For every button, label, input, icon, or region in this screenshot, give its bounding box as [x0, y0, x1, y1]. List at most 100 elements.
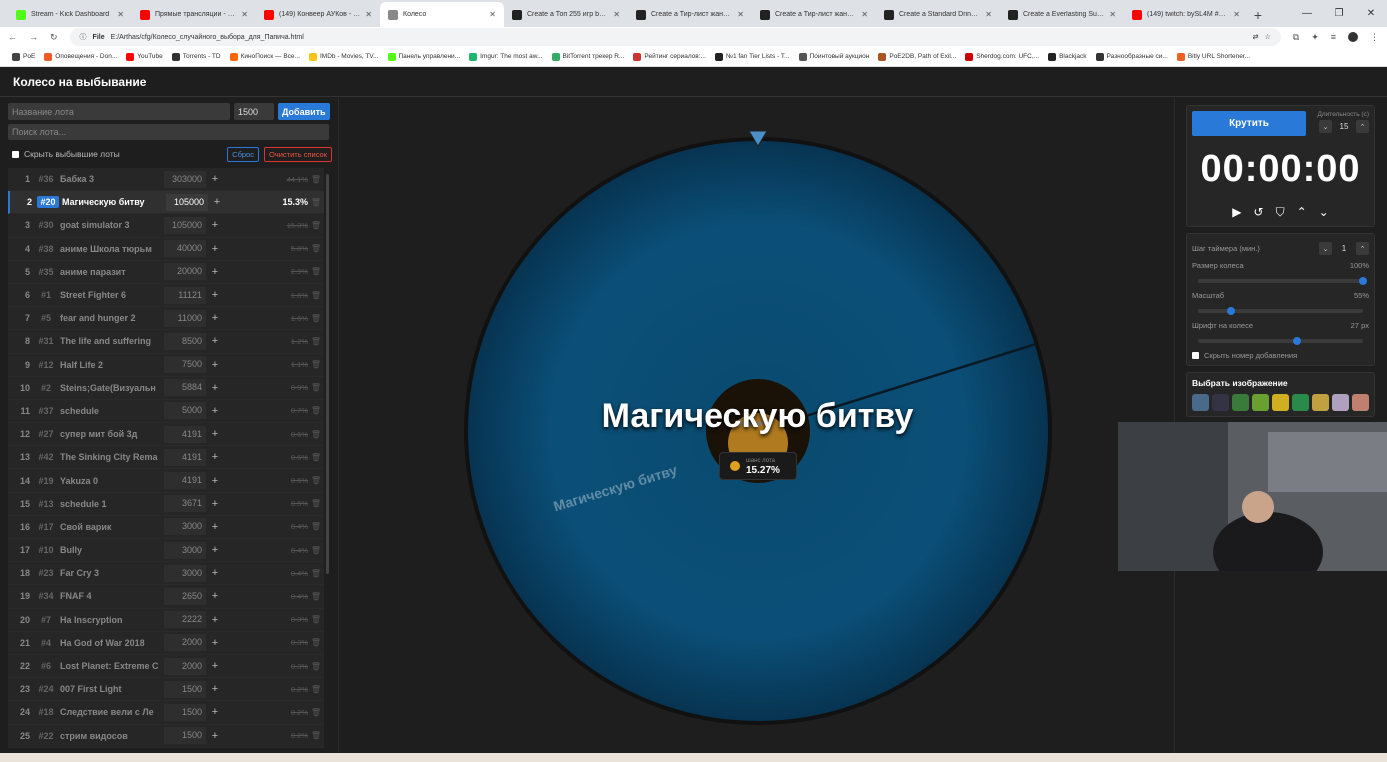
tab-close-icon[interactable]: ✕: [117, 10, 124, 19]
lot-amount[interactable]: 1500: [164, 680, 206, 698]
add-amount-button[interactable]: +: [206, 521, 224, 533]
browser-tab[interactable]: Stream - Kick Dashboard ✕: [8, 2, 132, 27]
lot-row[interactable]: 17 #10 Bully 3000 +0.4% 🗑: [8, 539, 324, 563]
delete-lot-icon[interactable]: 🗑: [308, 592, 324, 601]
lot-row[interactable]: 4 #38 аниме Школа тюрьм 40000 +5.8% 🗑: [8, 237, 324, 261]
lot-name[interactable]: fear and hunger 2: [60, 313, 164, 323]
lot-name[interactable]: schedule 1: [60, 499, 164, 509]
add-amount-button[interactable]: +: [206, 706, 224, 718]
image-option[interactable]: [1352, 394, 1369, 411]
lot-name[interactable]: аниме Школа тюрьм: [60, 244, 164, 254]
tab-close-icon[interactable]: ✕: [737, 10, 744, 19]
lot-name[interactable]: Steins;Gate(Визуальн: [60, 383, 164, 393]
close-icon[interactable]: ✕: [1355, 0, 1387, 27]
lot-name[interactable]: Магическую битву: [62, 197, 166, 207]
lots-scrollbar[interactable]: [326, 174, 329, 574]
delete-lot-icon[interactable]: 🗑: [308, 383, 324, 392]
lot-name[interactable]: goat simulator 3: [60, 220, 164, 230]
lot-name[interactable]: schedule: [60, 406, 164, 416]
delete-lot-icon[interactable]: 🗑: [308, 731, 324, 740]
browser-tab[interactable]: Create a Тир-лист жанров и игр ✕: [628, 2, 752, 27]
bookmark-star-icon[interactable]: ☆: [1264, 33, 1270, 41]
delete-lot-icon[interactable]: 🗑: [308, 291, 324, 300]
more-menu-icon[interactable]: ⋮: [1370, 32, 1379, 43]
lot-amount[interactable]: 2650: [164, 587, 206, 605]
delete-lot-icon[interactable]: 🗑: [308, 499, 324, 508]
duration-value[interactable]: 15: [1336, 122, 1352, 131]
delete-lot-icon[interactable]: 🗑: [308, 430, 324, 439]
bookmark-item[interactable]: PoE: [12, 52, 35, 61]
lot-name[interactable]: На God of War 2018: [60, 638, 164, 648]
image-option[interactable]: [1212, 394, 1229, 411]
lot-name-input[interactable]: Название лота: [8, 103, 230, 120]
add-amount-button[interactable]: +: [206, 382, 224, 394]
lot-name[interactable]: Far Cry 3: [60, 568, 164, 578]
lot-name[interactable]: супер мит бой 3д: [60, 429, 164, 439]
delete-lot-icon[interactable]: 🗑: [308, 546, 324, 555]
bookmark-item[interactable]: Поинтовый аукцион: [798, 52, 869, 61]
delete-lot-icon[interactable]: 🗑: [308, 267, 324, 276]
play-icon[interactable]: ▶: [1232, 205, 1241, 219]
back-icon[interactable]: ←: [8, 32, 17, 42]
lot-name[interactable]: FNAF 4: [60, 591, 164, 601]
bookmark-item[interactable]: Панель управлени...: [387, 52, 460, 61]
info-icon[interactable]: ⓘ: [80, 32, 87, 42]
add-amount-button[interactable]: +: [206, 428, 224, 440]
lot-name[interactable]: Следствие вели с Ле: [60, 707, 164, 717]
tab-close-icon[interactable]: ✕: [1233, 10, 1240, 19]
add-amount-button[interactable]: +: [206, 683, 224, 695]
lot-row[interactable]: 10 #2 Steins;Gate(Визуальн 5884 +0.9% 🗑: [8, 376, 324, 400]
delete-lot-icon[interactable]: 🗑: [308, 221, 324, 230]
lot-name[interactable]: Свой варик: [60, 522, 164, 532]
bookmark-item[interactable]: Torrents - TD: [171, 52, 221, 61]
extensions-icon[interactable]: ⧉: [1293, 32, 1299, 43]
add-amount-button[interactable]: +: [206, 614, 224, 626]
lot-amount[interactable]: 20000: [164, 263, 206, 281]
lot-amount[interactable]: 4191: [164, 472, 206, 490]
lot-amount[interactable]: 303000: [164, 170, 206, 188]
lot-row[interactable]: 20 #7 На Inscryption 2222 +0.3% 🗑: [8, 608, 324, 632]
lot-amount-input[interactable]: 1500: [234, 103, 274, 120]
lot-amount[interactable]: 7500: [164, 356, 206, 374]
minimize-icon[interactable]: —: [1291, 0, 1323, 27]
bookmark-item[interactable]: IMDb - Movies, TV...: [308, 52, 379, 61]
delete-lot-icon[interactable]: 🗑: [308, 522, 324, 531]
lot-amount[interactable]: 3000: [164, 518, 206, 536]
translate-icon[interactable]: ⇄: [1253, 33, 1259, 41]
add-amount-button[interactable]: +: [206, 544, 224, 556]
bookmark-item[interactable]: PoE2DB, Path of Exil...: [878, 52, 956, 61]
wheel-size-slider[interactable]: [1198, 277, 1367, 285]
bookmark-item[interactable]: Imgur: The most aw...: [469, 52, 543, 61]
lot-row[interactable]: 3 #30 goat simulator 3 105000 +15.3% 🗑: [8, 214, 324, 238]
add-amount-button[interactable]: +: [206, 405, 224, 417]
lot-amount[interactable]: 1500: [164, 703, 206, 721]
delete-lot-icon[interactable]: 🗑: [308, 360, 324, 369]
lot-amount[interactable]: 3671: [164, 495, 206, 513]
timer-step-increase-button[interactable]: ⌃: [1356, 242, 1369, 255]
add-amount-button[interactable]: +: [206, 289, 224, 301]
spin-button[interactable]: Крутить: [1192, 111, 1306, 136]
lot-row[interactable]: 21 #4 На God of War 2018 2000 +0.3% 🗑: [8, 631, 324, 655]
lot-row[interactable]: 15 #13 schedule 1 3671 +0.5% 🗑: [8, 492, 324, 516]
add-amount-button[interactable]: +: [206, 567, 224, 579]
lot-amount[interactable]: 3000: [164, 541, 206, 559]
lot-row[interactable]: 14 #19 Yakuza 0 4191 +0.6% 🗑: [8, 469, 324, 493]
duration-decrease-button[interactable]: ⌄: [1319, 120, 1332, 133]
browser-tab[interactable]: (149) Конвеер АУКов - YouTube ✕: [256, 2, 380, 27]
add-lot-button[interactable]: Добавить: [278, 103, 330, 120]
add-amount-button[interactable]: +: [206, 219, 224, 231]
add-amount-button[interactable]: +: [206, 660, 224, 672]
clear-list-button[interactable]: Очистить список: [263, 146, 332, 162]
delete-lot-icon[interactable]: 🗑: [308, 337, 324, 346]
bookmark-item[interactable]: Bitly URL Shortener...: [1176, 52, 1250, 61]
bookmark-item[interactable]: Оповещения - Don...: [44, 52, 117, 61]
image-option[interactable]: [1272, 394, 1289, 411]
lot-row[interactable]: 22 #6 Lost Planet: Extreme C 2000 +0.3% 🗑: [8, 654, 324, 679]
browser-tab[interactable]: Create a Standard Drink Tier List ✕: [876, 2, 1000, 27]
delete-lot-icon[interactable]: 🗑: [308, 569, 324, 578]
delete-lot-icon[interactable]: 🗑: [308, 175, 324, 184]
profile-avatar[interactable]: [1348, 32, 1358, 42]
lot-name[interactable]: аниме паразит: [60, 267, 164, 277]
lot-amount[interactable]: 3000: [164, 564, 206, 582]
image-option[interactable]: [1252, 394, 1269, 411]
